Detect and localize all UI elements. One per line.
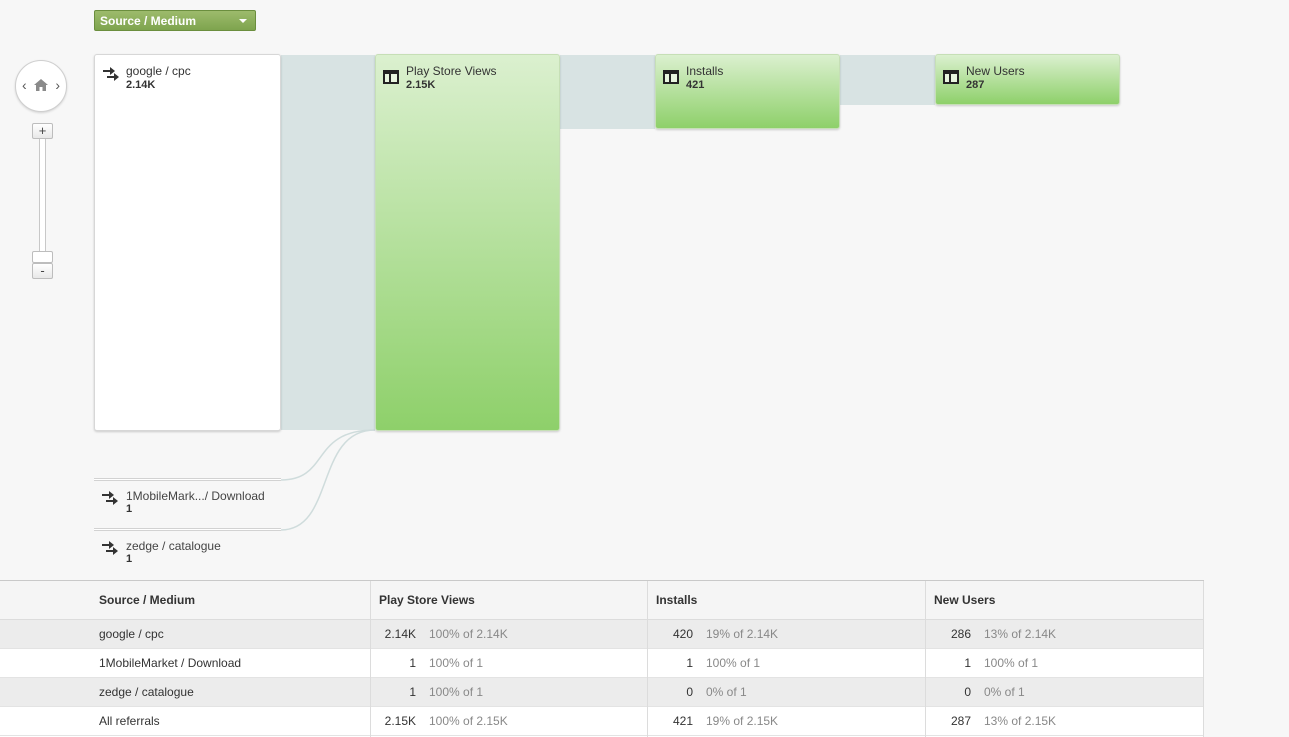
step-node-installs[interactable]: Installs 421 (655, 54, 840, 129)
source-node-zedge[interactable] (94, 528, 281, 531)
step-node-play-store-views[interactable]: Play Store Views 2.15K (375, 54, 560, 431)
source-node-label: google / cpc (126, 64, 191, 78)
row-users-pct: 0% of 1 (984, 685, 1025, 699)
source-node-label: zedge / catalogue (126, 539, 221, 553)
row-source-medium: All referrals (99, 714, 160, 728)
source-node-label: 1MobileMark.../ Download (126, 489, 265, 503)
row-installs-pct: 19% of 2.15K (706, 714, 779, 728)
column-divider (925, 581, 926, 737)
data-table: Source / Medium Play Store Views Install… (0, 580, 1204, 737)
source-node-1mobilemarket[interactable] (94, 478, 281, 481)
row-views: 1 (409, 685, 416, 699)
flow-connector-installs-to-users (840, 55, 935, 105)
step-node-value: 2.15K (406, 79, 436, 91)
row-views: 1 (409, 656, 416, 670)
source-node-value: 2.14K (126, 79, 156, 91)
row-views-pct: 100% of 1 (429, 656, 484, 670)
column-divider (370, 581, 371, 737)
row-installs: 420 (672, 627, 693, 641)
column-header-new-users[interactable]: New Users (934, 593, 995, 607)
source-node-value: 1 (126, 553, 133, 565)
page-layout-icon (943, 70, 959, 84)
row-views: 2.15K (384, 714, 416, 728)
page-layout-icon (383, 70, 399, 84)
row-installs: 421 (672, 714, 693, 728)
flow-connector-source-to-views (281, 55, 375, 430)
page-layout-icon (663, 70, 679, 84)
table-row-total[interactable]: All referrals 2.15K 100% of 2.15K 421 19… (0, 707, 1204, 736)
row-source-medium: 1MobileMarket / Download (99, 656, 242, 670)
table-row[interactable]: 1MobileMarket / Download 1 100% of 1 1 1… (0, 649, 1204, 678)
row-views-pct: 100% of 1 (429, 685, 484, 699)
row-users: 287 (950, 714, 971, 728)
column-header-source-medium[interactable]: Source / Medium (99, 593, 195, 607)
row-installs: 1 (686, 656, 693, 670)
row-views: 2.14K (384, 627, 416, 641)
source-node-google-cpc[interactable]: google / cpc 2.14K (94, 54, 281, 431)
step-node-value: 287 (966, 79, 985, 91)
row-installs-pct: 0% of 1 (706, 685, 747, 699)
row-users: 1 (964, 656, 971, 670)
flow-connector-zedge (280, 429, 376, 531)
column-divider (647, 581, 648, 737)
arrow-right-icon (102, 541, 118, 555)
table-row[interactable]: google / cpc 2.14K 100% of 2.14K 420 19%… (0, 620, 1204, 649)
row-installs-pct: 100% of 1 (706, 656, 761, 670)
row-users-pct: 13% of 2.15K (984, 714, 1057, 728)
flow-connector-views-to-installs (560, 55, 655, 129)
row-installs-pct: 19% of 2.14K (706, 627, 779, 641)
column-header-installs[interactable]: Installs (656, 593, 697, 607)
arrow-right-icon (102, 491, 118, 505)
arrow-right-icon (103, 67, 119, 81)
step-node-label: Installs (686, 64, 724, 78)
table-header: Source / Medium Play Store Views Install… (0, 581, 1204, 620)
step-node-value: 421 (686, 79, 705, 91)
row-users-pct: 13% of 2.14K (984, 627, 1057, 641)
column-divider (1203, 581, 1204, 737)
row-views-pct: 100% of 2.15K (429, 714, 508, 728)
row-installs: 0 (686, 685, 693, 699)
source-node-value: 1 (126, 503, 133, 515)
column-header-play-store-views[interactable]: Play Store Views (379, 593, 475, 607)
row-source-medium: zedge / catalogue (99, 685, 194, 699)
row-source-medium: google / cpc (99, 627, 164, 641)
step-node-label: New Users (966, 64, 1025, 78)
row-views-pct: 100% of 2.14K (429, 627, 508, 641)
row-users-pct: 100% of 1 (984, 656, 1039, 670)
row-users: 286 (950, 627, 971, 641)
step-node-label: Play Store Views (406, 64, 497, 78)
row-users: 0 (964, 685, 971, 699)
step-node-new-users[interactable]: New Users 287 (935, 54, 1120, 105)
table-row[interactable]: zedge / catalogue 1 100% of 1 0 0% of 1 … (0, 678, 1204, 707)
